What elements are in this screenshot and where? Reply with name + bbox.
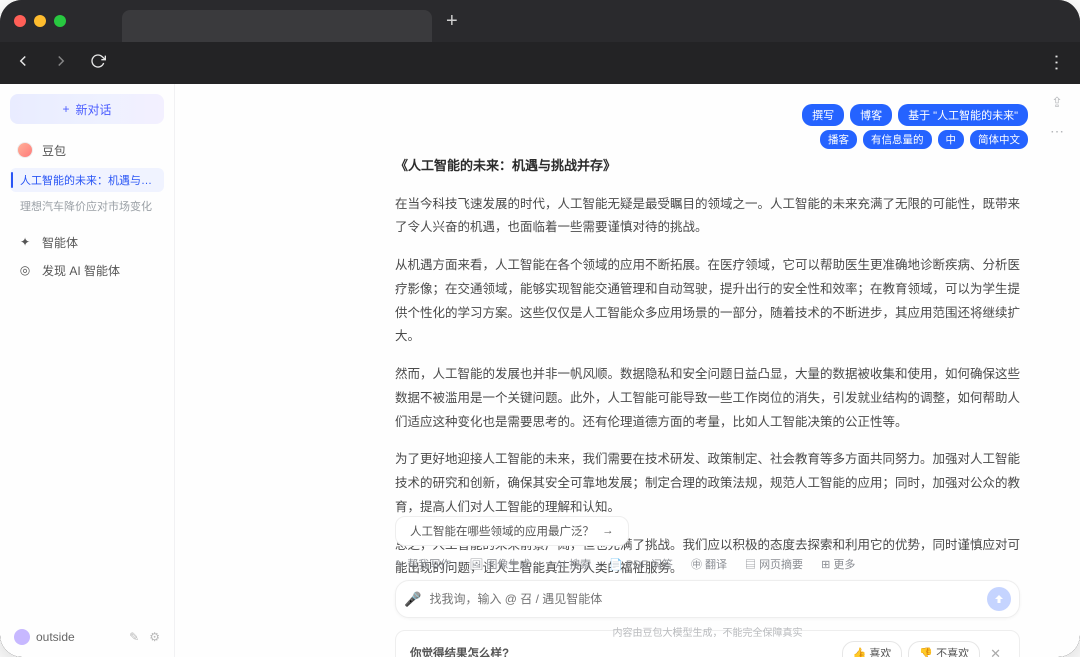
window-minimize-btn[interactable]: [34, 15, 46, 27]
prompt-chips: 撰写 博客 基于 "人工智能的未来" 播客 有信息量的 中 简体中文: [802, 104, 1028, 149]
new-chat-button[interactable]: + 新对话: [10, 94, 164, 124]
user-name: outside: [36, 630, 119, 644]
sidebar-doubao-label: 豆包: [42, 142, 66, 159]
tool-search[interactable]: ᐩ AI 搜索: [548, 556, 591, 572]
browser-tabbar: +: [0, 0, 1080, 42]
chat-input-bar: 🎤: [395, 580, 1020, 618]
feedback-dislike-button[interactable]: 👎 不喜欢: [908, 641, 980, 657]
article-paragraph: 在当今科技飞速发展的时代，人工智能无疑是最受瞩目的领域之一。人工智能的未来充满了…: [395, 193, 1020, 241]
tool-more[interactable]: ⊞ 更多: [821, 556, 855, 572]
chat-item-active[interactable]: 人工智能的未来：机遇与挑...: [10, 168, 164, 192]
doubao-avatar-icon: [17, 142, 33, 158]
share-icon[interactable]: ⇪: [1051, 94, 1063, 111]
sidebar-discover[interactable]: ◎ 发现 AI 智能体: [10, 256, 164, 284]
sidebar-agent[interactable]: ✦ 智能体: [10, 228, 164, 256]
tool-row: ✎ 帮我写作 🖼 图像生成 ᐩ AI 搜索 📄 PDF 问答 ㊥ 翻译 ▤ 网页…: [395, 556, 1020, 572]
prompt-tag: 中: [938, 130, 965, 149]
tool-summary[interactable]: ▤ 网页摘要: [745, 556, 803, 572]
prompt-tag: 有信息量的: [863, 130, 932, 149]
browser-menu-icon[interactable]: ⋯: [1046, 53, 1067, 73]
more-icon[interactable]: ⋯: [1050, 123, 1064, 140]
compass-icon: ◎: [16, 261, 34, 279]
nav-back-icon[interactable]: [14, 52, 32, 75]
tool-pdf[interactable]: 📄 PDF 问答: [609, 556, 673, 572]
disclaimer-text: 内容由豆包大模型生成，不能完全保障真实: [395, 624, 1020, 639]
tool-write[interactable]: ✎ 帮我写作: [395, 556, 451, 572]
sidebar-doubao[interactable]: 豆包: [10, 136, 164, 164]
sidebar-agent-label: 智能体: [42, 234, 78, 251]
edit-icon[interactable]: ✎: [129, 630, 139, 644]
send-button[interactable]: [987, 587, 1011, 611]
sidebar-user[interactable]: outside ✎ ⚙: [10, 625, 164, 649]
window-close-btn[interactable]: [14, 15, 26, 27]
main-area: ⇪ ⋯ 撰写 博客 基于 "人工智能的未来" 播客 有信息量的 中 简体中文 《…: [175, 84, 1080, 657]
settings-icon[interactable]: ⚙: [149, 630, 160, 644]
chat-input[interactable]: [429, 592, 979, 606]
window-maximize-btn[interactable]: [54, 15, 66, 27]
prompt-tag: 简体中文: [970, 130, 1028, 149]
browser-navbar: ⋯: [0, 42, 1080, 84]
feedback-question: 你觉得结果怎么样?: [410, 644, 509, 657]
plus-icon: +: [62, 102, 69, 116]
browser-tab[interactable]: [122, 10, 432, 42]
sparkle-icon: ✦: [16, 233, 34, 251]
nav-forward-icon[interactable]: [52, 52, 70, 75]
suggestion-text: 人工智能在哪些领域的应用最广泛？: [410, 523, 594, 539]
prompt-chip: 基于 "人工智能的未来": [898, 104, 1028, 126]
new-tab-button[interactable]: +: [446, 10, 458, 33]
article-title: 《人工智能的未来：机遇与挑战并存》: [395, 154, 1020, 179]
article-paragraph: 从机遇方面来看，人工智能在各个领域的应用不断拓展。在医疗领域，它可以帮助医生更准…: [395, 254, 1020, 349]
suggestion-chip[interactable]: 人工智能在哪些领域的应用最广泛？ →: [395, 516, 629, 546]
sidebar-discover-label: 发现 AI 智能体: [42, 262, 120, 279]
feedback-close-icon[interactable]: ✕: [986, 642, 1005, 657]
nav-reload-icon[interactable]: [90, 53, 106, 74]
new-chat-label: 新对话: [76, 101, 112, 118]
prompt-tag: 播客: [820, 130, 857, 149]
mic-icon[interactable]: 🎤: [404, 591, 421, 608]
tool-image[interactable]: 🖼 图像生成: [469, 556, 530, 572]
article-paragraph: 为了更好地迎接人工智能的未来，我们需要在技术研发、政策制定、社会教育等多方面共同…: [395, 448, 1020, 519]
prompt-chip: 撰写: [802, 104, 844, 126]
chat-item[interactable]: 理想汽车降价应对市场变化: [10, 194, 164, 218]
prompt-chip: 博客: [850, 104, 892, 126]
chevron-right-icon: →: [602, 525, 614, 537]
sidebar: + 新对话 豆包 人工智能的未来：机遇与挑... 理想汽车降价应对市场变化 ✦ …: [0, 84, 175, 657]
feedback-like-button[interactable]: 👍 喜欢: [842, 641, 903, 657]
tool-translate[interactable]: ㊥ 翻译: [691, 556, 727, 572]
article-paragraph: 然而，人工智能的发展也并非一帆风顺。数据隐私和安全问题日益凸显，大量的数据被收集…: [395, 363, 1020, 434]
user-avatar-icon: [14, 629, 30, 645]
